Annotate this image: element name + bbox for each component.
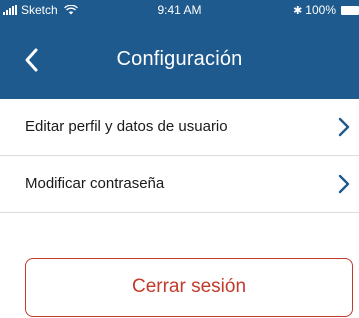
settings-item-edit-profile[interactable]: Editar perfil y datos de usuario xyxy=(0,99,359,156)
chevron-right-icon xyxy=(338,174,350,194)
chevron-right-icon xyxy=(338,117,350,137)
logout-label: Cerrar sesión xyxy=(131,276,247,297)
page-title: Configuración xyxy=(116,48,243,70)
bluetooth-icon: ✱ xyxy=(293,4,303,17)
status-bar: Sketch 9:41 AM ✱ 100% xyxy=(0,0,359,20)
settings-item-label: Editar perfil y datos de usuario xyxy=(25,118,228,135)
battery-label: 100% xyxy=(305,3,336,17)
header: Sketch 9:41 AM ✱ 100% Configuración xyxy=(0,0,359,99)
nav-bar: Configuración xyxy=(0,38,359,84)
settings-item-change-password[interactable]: Modificar contraseña xyxy=(0,156,359,213)
battery-icon xyxy=(341,5,359,15)
logout-button[interactable]: Cerrar sesión xyxy=(25,258,353,317)
status-right: ✱ 100% xyxy=(293,3,359,17)
settings-item-label: Modificar contraseña xyxy=(25,175,165,192)
